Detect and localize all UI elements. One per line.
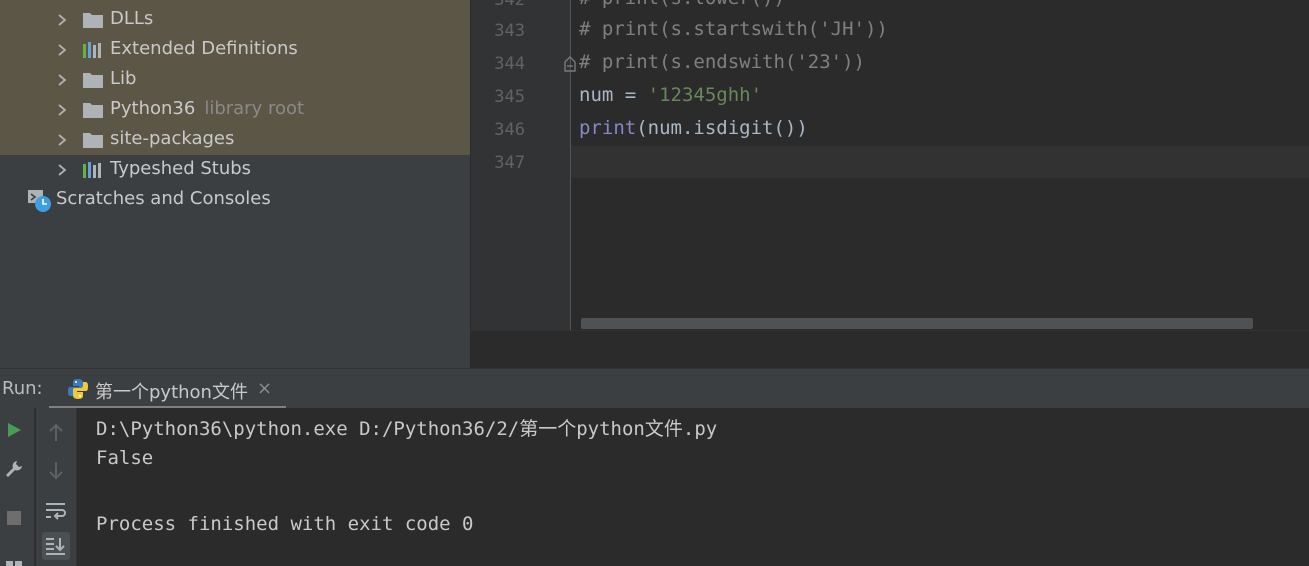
code-token-call: (num.isdigit()) [636,117,808,139]
chevron-right-icon[interactable] [55,163,69,177]
tree-item-label: DLLs [110,8,154,29]
run-label: Run: [2,378,43,399]
line-number: 342 [494,0,525,10]
run-tool-window-body: D:\Python36\python.exe D:/Python36/2/第一个… [0,408,1309,566]
soft-wrap-button[interactable] [42,497,70,525]
tree-item-site-packages[interactable]: site-packages [0,125,470,155]
code-line-342: # print(s.lower()) [579,0,785,9]
chevron-right-icon[interactable] [55,133,69,147]
editor-bottom-area [471,330,1309,368]
console-output-line: False [96,447,154,469]
arrow-up-icon [49,423,63,441]
run-toolbar-primary [0,408,35,566]
chevron-right-icon[interactable] [55,43,69,57]
chevron-right-icon[interactable] [55,13,69,27]
tree-item-python36[interactable]: Python36 library root [0,95,470,125]
console-output-line: D:\Python36\python.exe D:/Python36/2/第一个… [96,418,718,440]
code-token-string: '12345ghh' [647,84,763,106]
scroll-to-end-button[interactable] [42,532,70,560]
run-tool-window-header: Run: 第一个python文件 × [0,368,1309,410]
line-number: 343 [494,21,525,41]
line-number: 346 [494,120,525,140]
tree-item-label: Scratches and Consoles [56,188,271,209]
fold-end-icon[interactable] [563,56,577,72]
run-tab[interactable]: 第一个python文件 × [49,369,286,409]
stop-button[interactable] [0,504,28,532]
editor-horizontal-scrollbar[interactable] [581,318,1253,329]
edit-configuration-button[interactable] [0,455,28,483]
soft-wrap-icon [46,503,66,520]
code-line-343: # print(s.startswith('JH')) [579,18,888,40]
arrow-down-icon [49,462,63,480]
library-icon [83,162,101,178]
tree-item-extended-definitions[interactable]: Extended Definitions [0,35,470,65]
tree-item-typeshed-stubs[interactable]: Typeshed Stubs [0,155,470,185]
current-line-highlight [571,146,1309,178]
folder-icon [83,73,103,88]
tree-item-lib[interactable]: Lib [0,65,470,95]
run-tab-title: 第一个python文件 [95,382,248,403]
line-number: 347 [494,153,525,173]
code-token-builtin: print [579,117,637,139]
chevron-right-icon[interactable] [55,73,69,87]
code-line-346: print(num.isdigit()) [579,117,808,139]
scroll-up-button[interactable] [42,418,70,446]
run-toolbar-secondary [36,408,77,566]
folder-icon [83,103,103,118]
line-number: 345 [494,87,525,107]
stop-icon [7,511,21,525]
tree-item-label: Python36 [110,98,196,119]
code-line-345: num = '12345ghh' [579,84,762,106]
tree-item-label: Typeshed Stubs [110,158,252,179]
play-icon [8,423,21,437]
chevron-right-icon[interactable] [55,103,69,117]
tree-item-label: Lib [110,68,137,89]
layout-button[interactable] [0,548,28,566]
folder-icon [83,133,103,148]
code-line-344: # print(s.endswith('23')) [579,51,865,73]
layout-icon [6,561,22,566]
close-tab-icon[interactable]: × [257,378,272,399]
folder-icon [83,13,103,28]
line-number: 344 [494,54,525,74]
scroll-down-button[interactable] [42,457,70,485]
wrench-icon [6,461,22,477]
project-tree-panel: DLLs Extended Definitions Lib Python36 li… [0,0,470,368]
library-root-hint: library root [204,98,305,119]
code-token-assignment: num = [579,84,648,106]
console-output-line: Process finished with exit code 0 [96,513,474,535]
code-editor[interactable]: 342 343 344 345 346 347 # print(s.lower(… [471,0,1309,330]
library-icon [83,42,101,58]
tree-item-label: site-packages [110,128,235,149]
rerun-button[interactable] [0,416,28,444]
tree-item-label: Extended Definitions [110,38,298,59]
tree-item-dlls[interactable]: DLLs [0,5,470,35]
scroll-to-end-icon [46,538,65,555]
python-icon [68,379,88,399]
tree-item-scratches-and-consoles[interactable]: Scratches and Consoles [0,185,470,215]
scratches-icon [28,190,51,212]
